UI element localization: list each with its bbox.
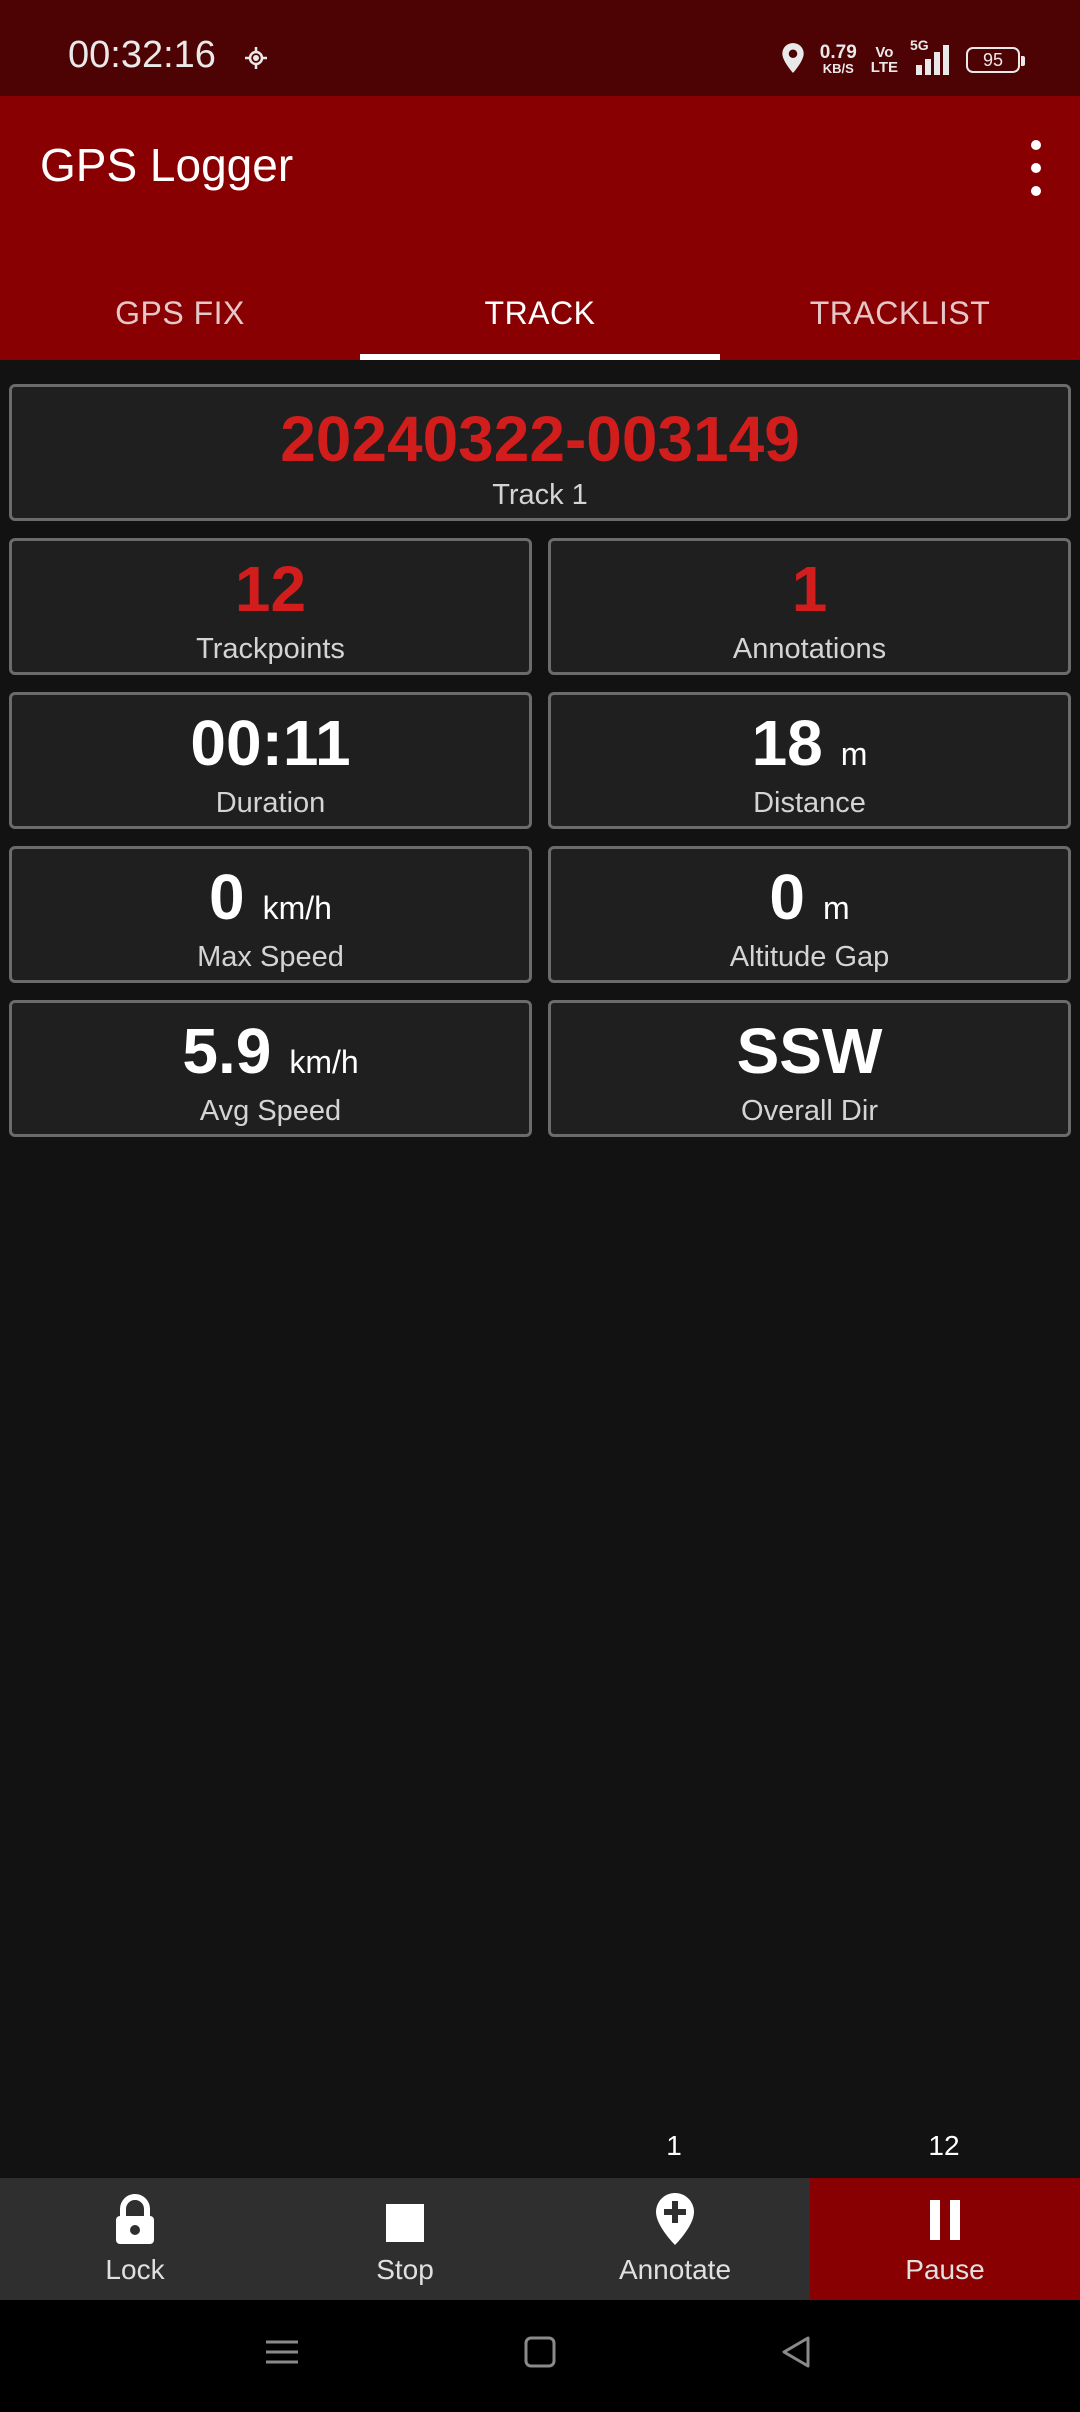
max-speed-card: 0 km/h Max Speed (9, 846, 532, 983)
overall-dir-value: SSW (736, 1015, 883, 1087)
pause-count: 12 (928, 2130, 960, 2161)
tab-track[interactable]: TRACK (360, 266, 720, 360)
altitude-gap-label: Altitude Gap (729, 941, 890, 973)
annotate-count: 1 (666, 2130, 682, 2161)
battery-icon: 95 (966, 47, 1025, 73)
network-speed-unit: KB/S (822, 61, 854, 76)
app-title: GPS Logger (40, 139, 294, 191)
pause-icon (928, 2200, 962, 2245)
avg-speed-value: 5.9 (182, 1015, 272, 1087)
overall-dir-card: SSW Overall Dir (548, 1000, 1071, 1137)
battery-level: 95 (982, 49, 1004, 70)
gps-active-icon (244, 46, 268, 75)
trackpoints-card: 12 Trackpoints (9, 538, 532, 675)
status-bar: 00:32:16 0.79 KB/S Vo LTE 5G 95 (0, 0, 1080, 96)
home-icon[interactable] (522, 2334, 558, 2375)
back-icon[interactable] (778, 2334, 814, 2375)
max-speed-label: Max Speed (197, 941, 344, 973)
pause-label: Pause (905, 2254, 985, 2285)
max-speed-unit: km/h (262, 890, 332, 926)
distance-label: Distance (753, 787, 866, 819)
max-speed-value-wrap: 0 km/h (12, 865, 529, 929)
recent-apps-icon[interactable] (264, 2334, 300, 2375)
action-bar: Lock Stop Annotate Pause (0, 2178, 1080, 2300)
annotations-card: 1 Annotations (548, 538, 1071, 675)
avg-speed-value-wrap: 5.9 km/h (12, 1019, 529, 1083)
annotations-value: 1 (791, 553, 828, 625)
tab-tracklist[interactable]: TRACKLIST (720, 266, 1080, 360)
lock-button[interactable]: Lock (0, 2178, 270, 2300)
network-speed: 0.79 KB/S (819, 42, 857, 76)
distance-unit: m (840, 736, 868, 772)
stop-icon (386, 2204, 424, 2247)
altitude-gap-value-wrap: 0m (551, 865, 1068, 929)
app-bar: GPS Logger GPS FIX TRACK TRACKLIST (0, 96, 1080, 360)
duration-label: Duration (215, 787, 326, 819)
lock-icon (113, 2194, 157, 2251)
avg-speed-card: 5.9 km/h Avg Speed (9, 1000, 532, 1137)
annotations-label: Annotations (732, 633, 887, 665)
altitude-gap-card: 0m Altitude Gap (548, 846, 1071, 983)
trackpoints-label: Trackpoints (196, 633, 345, 665)
add-location-icon (655, 2192, 695, 2251)
location-icon (780, 42, 806, 79)
distance-value-wrap: 18 m (551, 711, 1068, 775)
status-indicators: 0.79 KB/S Vo LTE 5G 95 (780, 37, 1025, 80)
system-nav-bar (0, 2300, 1080, 2412)
stop-label: Stop (376, 2254, 434, 2285)
track-label: Track 1 (492, 479, 588, 511)
distance-card: 18 m Distance (548, 692, 1071, 829)
volte-top: Vo (875, 44, 894, 61)
avg-speed-unit: km/h (289, 1044, 359, 1080)
overall-dir-label: Overall Dir (741, 1095, 878, 1127)
annotate-label: Annotate (618, 2254, 732, 2285)
max-speed-value: 0 (209, 861, 245, 933)
track-name: 20240322-003149 (280, 403, 800, 475)
volte-indicator: Vo LTE (871, 45, 898, 75)
duration-card: 00:11 Duration (9, 692, 532, 829)
annotate-button[interactable]: Annotate (540, 2178, 810, 2300)
tab-gps-fix[interactable]: GPS FIX (0, 266, 360, 360)
avg-speed-label: Avg Speed (199, 1095, 342, 1127)
altitude-gap-value: 0 (769, 861, 805, 933)
more-vert-icon[interactable] (1014, 140, 1058, 196)
trackpoints-value: 12 (234, 553, 307, 625)
track-name-card: 20240322-003149 Track 1 (9, 384, 1071, 521)
pause-button[interactable]: Pause (810, 2178, 1080, 2300)
altitude-gap-unit: m (822, 890, 850, 926)
volte-bottom: LTE (870, 59, 898, 76)
lock-label: Lock (105, 2254, 165, 2285)
duration-value: 00:11 (190, 707, 351, 779)
distance-value: 18 (751, 707, 823, 779)
status-time: 00:32:16 (68, 34, 216, 76)
network-speed-value: 0.79 (819, 42, 857, 63)
signal-icon: 5G (910, 37, 952, 77)
stop-button[interactable]: Stop (270, 2178, 540, 2300)
tab-bar: GPS FIX TRACK TRACKLIST (0, 266, 1080, 360)
